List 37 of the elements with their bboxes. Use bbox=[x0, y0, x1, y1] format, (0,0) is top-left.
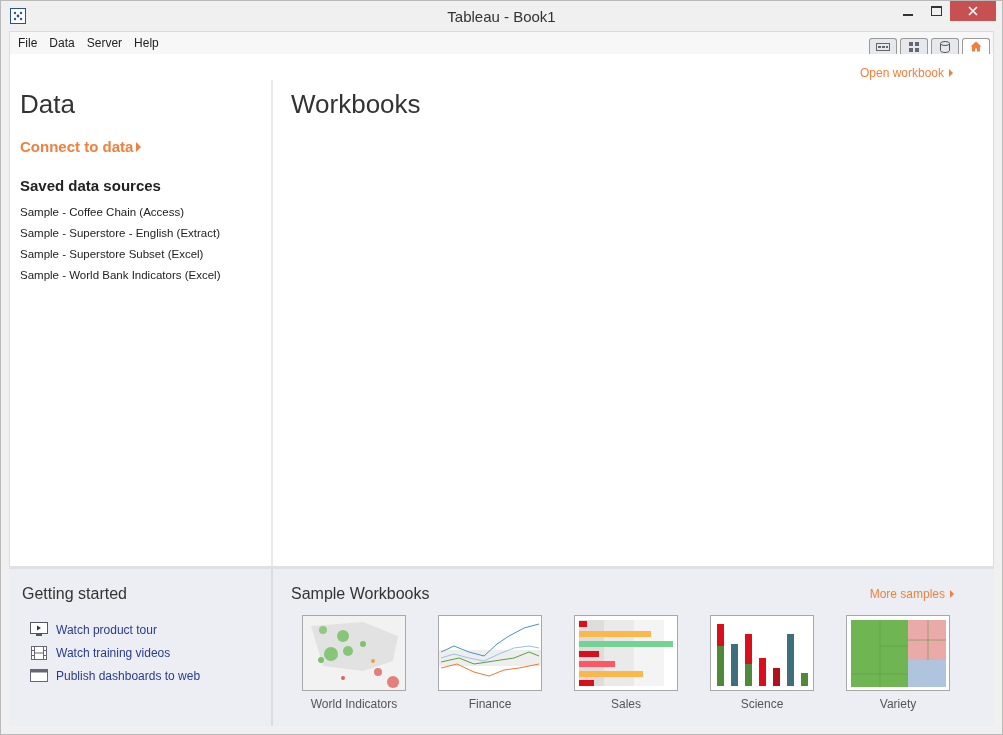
close-icon bbox=[968, 6, 978, 16]
minimize-icon bbox=[903, 14, 913, 16]
menu-item[interactable]: File bbox=[12, 36, 44, 50]
sample-caption: Science bbox=[740, 697, 784, 711]
view-tab[interactable] bbox=[869, 38, 897, 54]
sample-workbooks-heading: Sample Workbooks bbox=[291, 585, 430, 603]
workbooks-heading: Workbooks bbox=[291, 89, 421, 120]
view-tab[interactable] bbox=[900, 38, 928, 54]
browser-window-icon bbox=[30, 669, 48, 682]
data-source-item[interactable]: Sample - World Bank Indicators (Excel) bbox=[20, 269, 271, 281]
getting-started-link[interactable]: Watch product tour bbox=[56, 622, 157, 637]
getting-started-link[interactable]: Publish dashboards to web bbox=[56, 668, 201, 683]
database-icon bbox=[940, 40, 950, 53]
film-icon bbox=[30, 645, 48, 660]
sample-caption: Variety bbox=[879, 697, 917, 711]
app-icon bbox=[10, 8, 26, 24]
maximize-icon bbox=[930, 6, 942, 16]
data-source-item[interactable]: Sample - Coffee Chain (Access) bbox=[20, 206, 271, 218]
sample-caption: World Indicators bbox=[310, 697, 398, 711]
menu-item[interactable]: Help bbox=[128, 36, 165, 50]
menu-item[interactable]: Server bbox=[80, 36, 129, 50]
getting-started-link[interactable]: Watch training videos bbox=[56, 645, 171, 660]
view-tab[interactable] bbox=[962, 38, 990, 54]
data-source-item[interactable]: Sample - Superstore - English (Extract) bbox=[20, 227, 271, 239]
screen-play-icon bbox=[30, 622, 48, 637]
window-title: Tableau - Book1 bbox=[447, 8, 556, 25]
sample-caption: Sales bbox=[611, 697, 641, 711]
home-icon bbox=[970, 41, 982, 52]
sample-caption: Finance bbox=[468, 697, 512, 711]
grid-icon bbox=[909, 41, 919, 52]
view-tab[interactable] bbox=[931, 38, 959, 54]
data-source-item[interactable]: Sample - Superstore Subset (Excel) bbox=[20, 248, 271, 260]
menu-item[interactable]: Data bbox=[43, 36, 81, 50]
saved-sources-heading: Saved data sources bbox=[20, 177, 162, 194]
strip-icon bbox=[876, 42, 890, 51]
getting-started-heading: Getting started bbox=[22, 585, 128, 603]
data-heading: Data bbox=[20, 89, 76, 120]
